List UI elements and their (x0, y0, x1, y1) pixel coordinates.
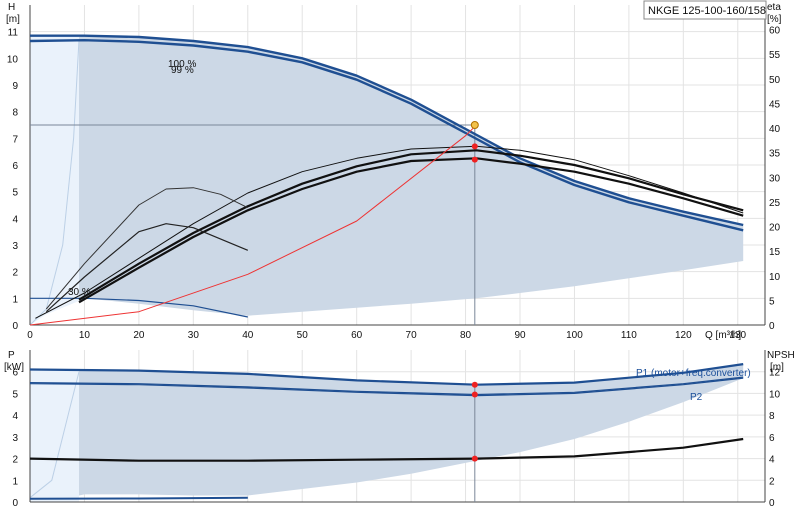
y-tick-label: 3 (12, 241, 18, 252)
efficiency-point-marker (471, 156, 478, 163)
y-tick-label: 0 (12, 321, 18, 332)
p-tick-label: 2 (12, 455, 18, 466)
npsh-tick-label: 6 (769, 433, 775, 444)
npsh-axis-label: NPSH (767, 350, 795, 361)
y-axis-unit: [m] (6, 14, 20, 25)
y2-tick-label: 30 (769, 173, 781, 184)
npsh-tick-label: 0 (769, 498, 775, 509)
y-tick-label: 6 (12, 161, 18, 172)
y-tick-label: 2 (12, 268, 18, 279)
npsh-tick-label: 8 (769, 411, 775, 422)
light-region (30, 370, 79, 502)
y-axis-label: H (8, 2, 15, 13)
p-axis-label: P (8, 350, 15, 361)
y-tick-label: 7 (12, 134, 18, 145)
legend-p1: P1 (motor+freq.converter) (636, 368, 751, 379)
x-tick-label: 70 (406, 330, 418, 341)
npsh-tick-label: 4 (769, 455, 775, 466)
y-tick-label: 8 (12, 108, 18, 119)
y2-tick-label: 45 (769, 99, 781, 110)
y-tick-label: 10 (7, 54, 19, 65)
legend-p2: P2 (690, 392, 703, 403)
y2-tick-label: 0 (769, 321, 775, 332)
x-tick-label: 120 (675, 330, 692, 341)
annotation-30-percent: 30 % (68, 287, 91, 298)
duty-point-marker (471, 381, 478, 388)
npsh-axis-unit: [m] (770, 362, 784, 373)
x-tick-label: 10 (79, 330, 91, 341)
npsh-tick-label: 2 (769, 476, 775, 487)
x-tick-label: 30 (188, 330, 200, 341)
light-region (30, 37, 79, 325)
y2-axis-label: eta (767, 2, 781, 13)
annotation-99-percent: 99 % (171, 65, 194, 76)
x-tick-label: 60 (351, 330, 363, 341)
duty-point-marker (471, 391, 478, 398)
x-tick-label: 80 (460, 330, 472, 341)
npsh-tick-label: 10 (769, 389, 781, 400)
x-tick-label: 100 (566, 330, 583, 341)
x-tick-label: 50 (297, 330, 309, 341)
x-tick-label: 20 (133, 330, 145, 341)
y-tick-label: 9 (12, 81, 18, 92)
efficiency-point-marker (471, 143, 478, 150)
series-line (29, 496, 248, 500)
x-tick-label: 40 (242, 330, 254, 341)
y2-tick-label: 60 (769, 26, 781, 37)
x-axis-label: Q [m³/h] (705, 330, 741, 341)
p-axis-unit: [kW] (4, 362, 24, 373)
y-tick-label: 5 (12, 188, 18, 199)
y-tick-label: 1 (12, 294, 18, 305)
p-tick-label: 4 (12, 411, 18, 422)
p-tick-label: 3 (12, 433, 18, 444)
x-tick-label: 110 (621, 330, 637, 341)
x-tick-label: 90 (514, 330, 526, 341)
p-tick-label: 0 (12, 498, 18, 509)
y-tick-label: 4 (12, 214, 18, 225)
duty-point-marker (471, 455, 478, 462)
y2-tick-label: 35 (769, 149, 781, 160)
p-tick-label: 1 (12, 476, 18, 487)
duty-point-marker (470, 121, 479, 129)
y2-tick-label: 50 (769, 75, 781, 86)
y2-tick-label: 10 (769, 272, 781, 283)
head-efficiency-chart: 0 10 20 30 40 50 60 70 80 90 100 110 120 130012345678… (7, 5, 781, 341)
y2-tick-label: 25 (769, 198, 781, 209)
y2-tick-label: 20 (769, 223, 781, 234)
pump-performance-chart: 0 10 20 30 40 50 60 70 80 90 100 110 120 130012345678… (4, 0, 795, 509)
y2-tick-label: 55 (769, 50, 781, 61)
y2-tick-label: 15 (769, 247, 781, 258)
chart-title: NKGE 125-100-160/158 (648, 5, 766, 17)
y2-tick-label: 40 (769, 124, 781, 135)
p-tick-label: 5 (12, 389, 18, 400)
y2-axis-unit: [%] (767, 14, 782, 25)
y-tick-label: 11 (8, 28, 19, 39)
x-tick-label: 0 (27, 330, 33, 341)
y2-tick-label: 5 (769, 296, 775, 307)
